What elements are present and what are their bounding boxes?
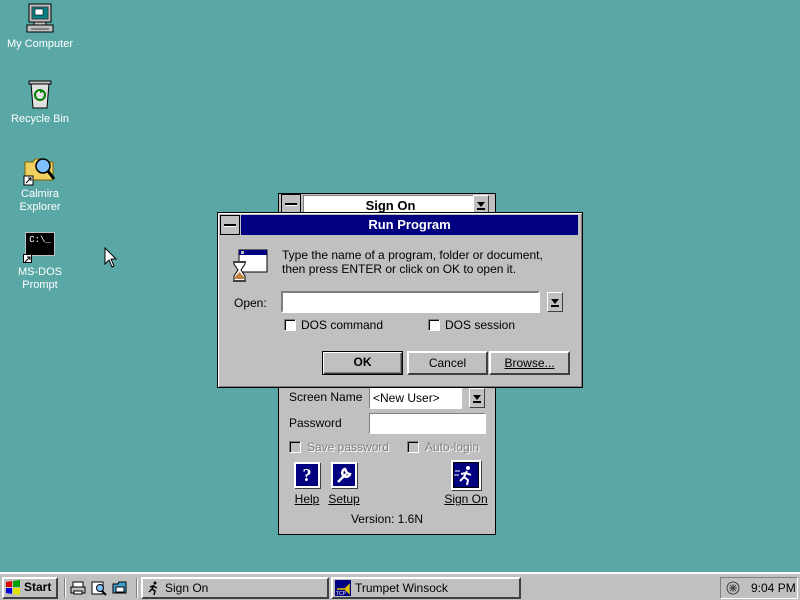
instructions-line-1: Type the name of a program, folder or do…: [282, 248, 543, 262]
desktop-icon-recycle-bin[interactable]: Recycle Bin: [0, 77, 80, 126]
instructions-line-2: then press ENTER or click on OK to open …: [282, 262, 517, 276]
taskbar-item-trumpet-winsock[interactable]: TCP Trumpet Winsock: [331, 577, 521, 599]
screen-name-label: Screen Name: [289, 390, 363, 404]
ok-button[interactable]: OK: [322, 351, 403, 375]
desktop-icon-label: Calmira: [21, 188, 59, 200]
taskbar-item-label: Trumpet Winsock: [355, 581, 448, 595]
dos-prompt-icon: C:\_: [23, 230, 57, 264]
running-man-icon: [148, 581, 158, 596]
taskbar-item-sign-on[interactable]: Sign On: [141, 577, 329, 599]
screen-name-select[interactable]: <New User>: [369, 387, 462, 409]
dos-session-checkbox[interactable]: [428, 319, 440, 331]
password-field[interactable]: [369, 413, 486, 434]
dos-prompt-text: C:\_: [25, 232, 55, 256]
start-button[interactable]: Start: [2, 577, 58, 599]
file-manager-icon[interactable]: [112, 580, 128, 596]
save-password-label: Save password: [307, 440, 390, 454]
browse-button[interactable]: Browse...: [489, 351, 570, 375]
find-files-icon[interactable]: [91, 580, 107, 596]
screen-name-value: <New User>: [373, 391, 440, 405]
printer-icon[interactable]: [70, 580, 86, 596]
taskbar: Start Sign On TCP Trumpet Winsock 9:04 P…: [0, 572, 800, 600]
auto-login-label: Auto-login: [425, 440, 480, 454]
help-icon[interactable]: ?: [294, 462, 320, 488]
start-label: Start: [24, 580, 52, 594]
system-tray: 9:04 PM: [720, 577, 798, 599]
desktop-icon-label: MS-DOS: [18, 266, 62, 278]
computer-icon: [23, 2, 57, 36]
svg-text:TCP: TCP: [336, 591, 347, 596]
run-program-icon: [233, 249, 269, 283]
recycle-bin-icon: [23, 77, 57, 111]
signon-system-menu-icon[interactable]: [281, 194, 301, 214]
run-system-menu-icon[interactable]: [220, 215, 240, 235]
desktop-icon-my-computer[interactable]: My Computer: [0, 2, 80, 51]
screen-name-dropdown-icon[interactable]: [469, 388, 485, 408]
help-button-label[interactable]: Help: [291, 492, 323, 506]
cancel-button[interactable]: Cancel: [407, 351, 488, 375]
save-password-checkbox[interactable]: [289, 441, 301, 453]
dos-command-label: DOS command: [301, 318, 384, 332]
password-label: Password: [289, 416, 342, 430]
version-text: Version: 1.6N: [350, 512, 424, 526]
open-input[interactable]: [281, 291, 540, 313]
signon-running-man-icon[interactable]: [451, 460, 481, 490]
desktop-icon-label: Recycle Bin: [10, 113, 70, 125]
clock[interactable]: 9:04 PM: [751, 581, 796, 595]
run-program-dialog: Run Program Type the name of a program, …: [217, 212, 583, 388]
desktop-icon-ms-dos-prompt[interactable]: C:\_ MS-DOS Prompt: [0, 230, 80, 292]
network-activity-icon[interactable]: [725, 580, 741, 596]
signon-window-body: Screen Name <New User> Password Save pas…: [278, 386, 496, 535]
signon-dropdown-icon[interactable]: [473, 195, 489, 213]
desktop-icon-label: Prompt: [22, 279, 58, 291]
run-dialog-title[interactable]: Run Program: [241, 215, 578, 235]
desktop-icon-label: Explorer: [19, 201, 61, 213]
dos-session-label: DOS session: [445, 318, 516, 332]
trumpet-winsock-icon: TCP: [335, 580, 351, 596]
setup-button-label[interactable]: Setup: [324, 492, 364, 506]
taskbar-item-label: Sign On: [165, 581, 209, 595]
open-dropdown-icon[interactable]: [547, 292, 563, 312]
signon-window-title: Sign On: [303, 195, 478, 213]
desktop-icon-calmira-explorer[interactable]: Calmira Explorer: [0, 152, 80, 214]
mouse-cursor-icon: [104, 247, 118, 268]
signon-button-label[interactable]: Sign On: [439, 492, 493, 506]
open-label: Open:: [234, 296, 267, 310]
dos-command-checkbox[interactable]: [284, 319, 296, 331]
explorer-icon: [23, 152, 57, 186]
desktop-icon-label: My Computer: [6, 38, 74, 50]
windows-logo-icon: [6, 580, 20, 595]
auto-login-checkbox[interactable]: [407, 441, 419, 453]
setup-icon[interactable]: [331, 462, 357, 488]
